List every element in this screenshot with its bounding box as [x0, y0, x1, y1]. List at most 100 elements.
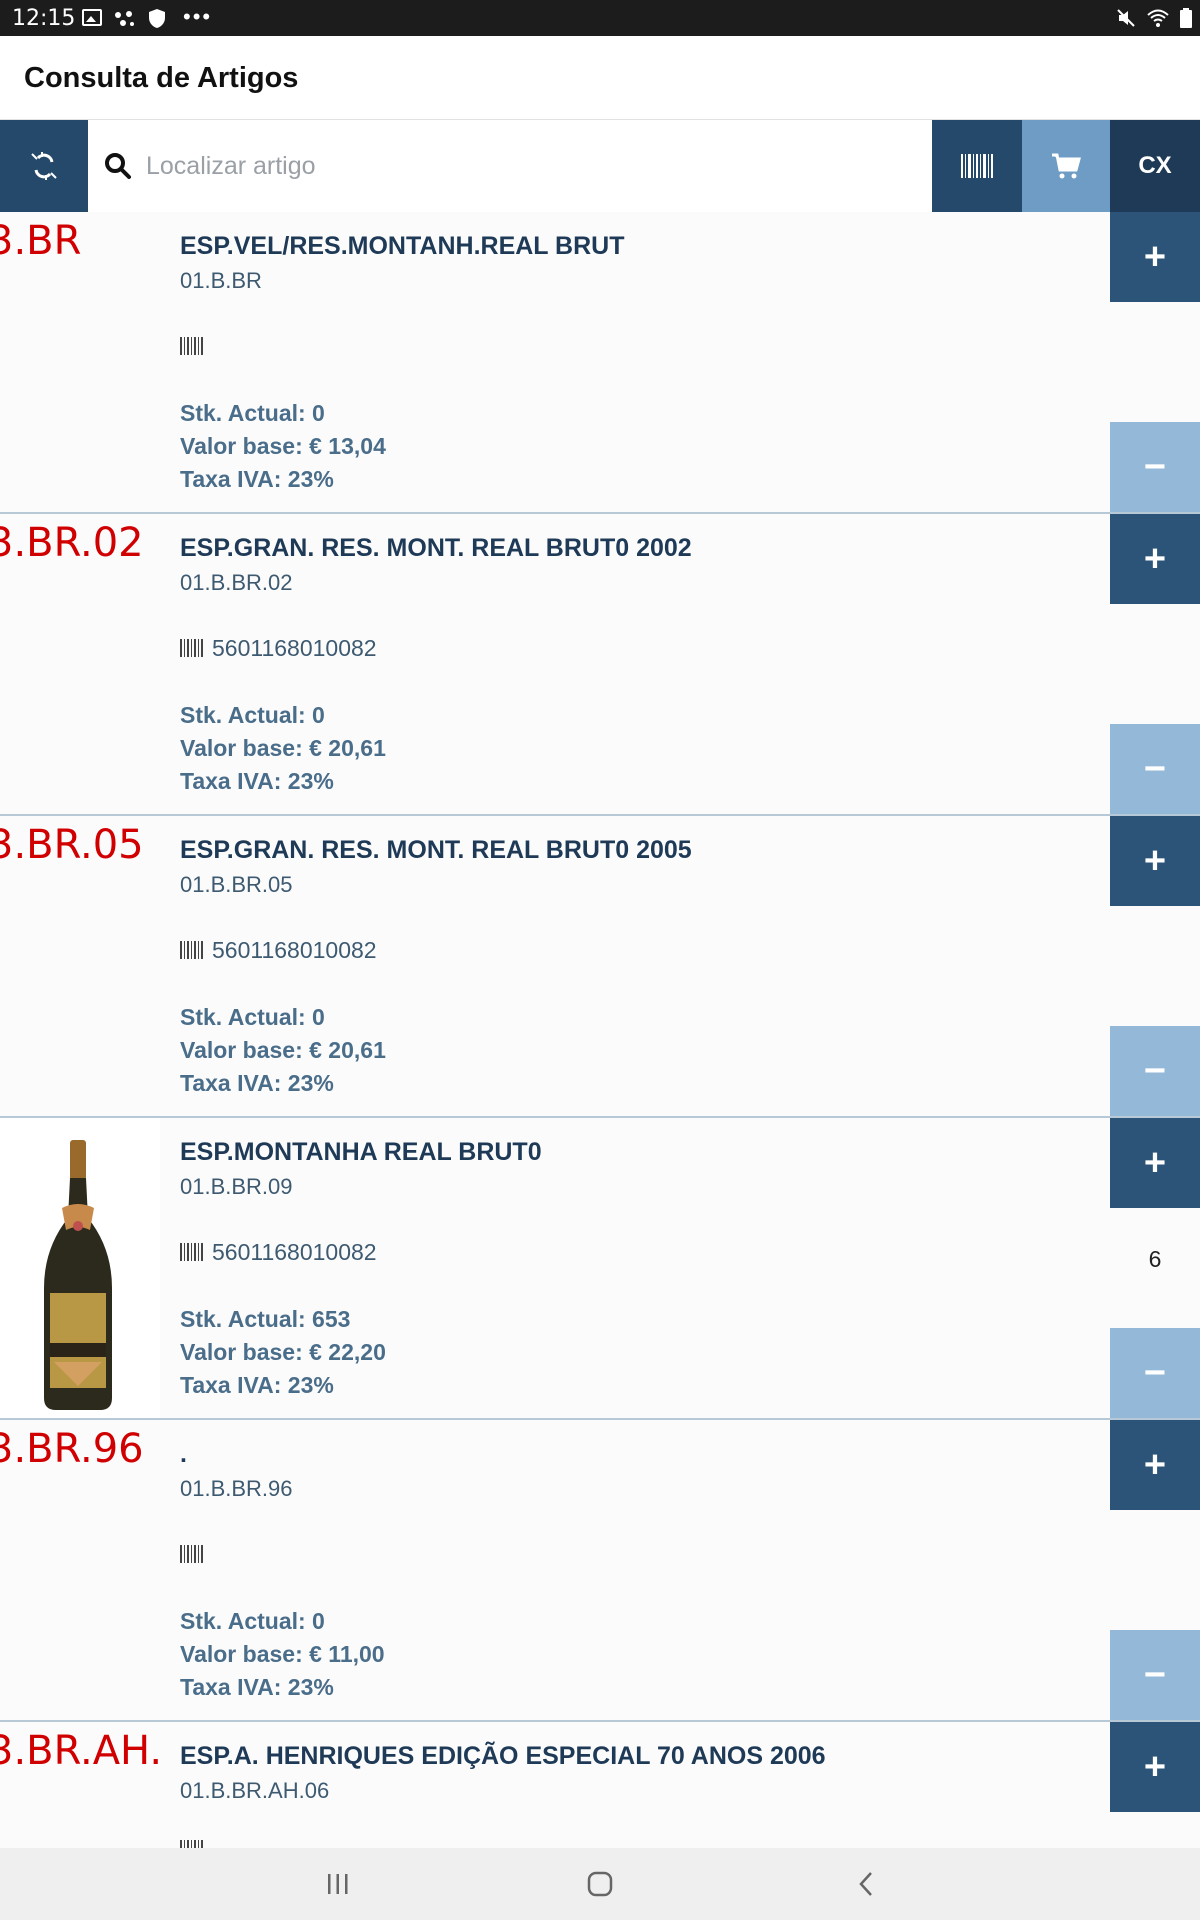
item-barcode: 5601168010082 — [180, 1238, 377, 1265]
item-reference: 01.B.BR.05 — [180, 872, 293, 897]
item-barcode: 5601168010082 — [180, 936, 377, 963]
item-base-price: Valor base: € 11,00 — [180, 1641, 385, 1667]
sync-broken-link-icon — [31, 152, 57, 180]
item-stock: Stk. Actual: 0 — [180, 400, 325, 426]
mute-icon — [1117, 9, 1135, 27]
item-base-price: Valor base: € 13,04 — [180, 433, 386, 459]
decrease-quantity-button[interactable]: − — [1110, 1026, 1200, 1116]
assistant-dots-icon — [115, 11, 134, 26]
back-button[interactable] — [846, 1864, 886, 1904]
image-icon — [82, 9, 102, 26]
increase-quantity-button[interactable]: + — [1110, 514, 1200, 604]
home-icon — [587, 1871, 613, 1897]
shield-icon — [149, 9, 165, 28]
list-item[interactable]: 3.BR ESP.VEL/RES.MONTANH.REAL BRUT 01.B.… — [0, 212, 1200, 514]
product-image: 3.BR.AH. — [0, 1722, 160, 1848]
barcode-icon — [180, 1545, 203, 1563]
item-vat-rate: Taxa IVA: 23% — [180, 1070, 334, 1096]
image-placeholder-text: 3.BR.96 — [0, 1426, 144, 1472]
back-icon — [859, 1872, 872, 1896]
decrease-quantity-button[interactable]: − — [1110, 1630, 1200, 1720]
search-field[interactable]: Localizar artigo — [88, 120, 932, 212]
page-title: Consulta de Artigos — [24, 62, 299, 94]
item-name: ESP.MONTANHA REAL BRUT0 — [180, 1138, 542, 1166]
item-vat-rate: Taxa IVA: 23% — [180, 1674, 334, 1700]
item-barcode: 5601168010082 — [180, 634, 377, 661]
list-item[interactable]: 3.BR.96 . 01.B.BR.96 Stk. Actual: 0 Valo… — [0, 1420, 1200, 1722]
item-stock: Stk. Actual: 0 — [180, 1608, 325, 1634]
barcode-icon — [180, 1840, 203, 1848]
status-right-icons — [1116, 8, 1192, 28]
item-stock: Stk. Actual: 0 — [180, 702, 325, 728]
barcode-value: 5601168010082 — [212, 936, 377, 963]
product-image — [0, 1118, 160, 1418]
status-bar: 12:15 ••• — [0, 0, 1200, 36]
item-barcode — [180, 1840, 204, 1848]
system-nav-bar — [0, 1848, 1200, 1920]
cart-button[interactable] — [1022, 120, 1110, 212]
increase-quantity-button[interactable]: + — [1110, 1722, 1200, 1812]
decrease-quantity-button[interactable]: − — [1110, 422, 1200, 512]
battery-icon — [1180, 8, 1192, 28]
wine-bottle-image — [0, 1118, 160, 1418]
list-item[interactable]: 3.BR.AH. ESP.A. HENRIQUES EDIÇÃO ESPECIA… — [0, 1722, 1200, 1848]
barcode-icon — [180, 639, 203, 657]
item-name: ESP.GRAN. RES. MONT. REAL BRUT0 2002 — [180, 534, 692, 562]
item-reference: 01.B.BR.AH.06 — [180, 1778, 330, 1803]
item-stock: Stk. Actual: 653 — [180, 1306, 351, 1332]
search-icon — [105, 153, 131, 179]
item-barcode — [180, 1542, 212, 1566]
quantity-value: 6 — [1148, 1246, 1162, 1272]
barcode-value: 5601168010082 — [212, 634, 377, 661]
item-base-price: Valor base: € 22,20 — [180, 1339, 386, 1365]
recent-apps-button[interactable] — [318, 1864, 358, 1904]
item-base-price: Valor base: € 20,61 — [180, 1037, 386, 1063]
increase-quantity-button[interactable]: + — [1110, 816, 1200, 906]
item-barcode — [180, 334, 212, 358]
increase-quantity-button[interactable]: + — [1110, 212, 1200, 302]
item-name: ESP.VEL/RES.MONTANH.REAL BRUT — [180, 232, 625, 260]
recent-apps-icon — [328, 1874, 348, 1894]
barcode-icon — [961, 154, 993, 178]
search-input[interactable]: Localizar artigo — [146, 152, 316, 181]
more-icon: ••• — [183, 4, 213, 29]
list-item[interactable]: 3.BR.02 ESP.GRAN. RES. MONT. REAL BRUT0 … — [0, 514, 1200, 816]
item-name: ESP.GRAN. RES. MONT. REAL BRUT0 2005 — [180, 836, 692, 864]
item-reference: 01.B.BR.96 — [180, 1476, 293, 1501]
product-image: 3.BR.02 — [0, 514, 160, 814]
decrease-quantity-button[interactable]: − — [1110, 724, 1200, 814]
product-image: 3.BR.05 — [0, 816, 160, 1116]
list-item[interactable]: ESP.MONTANHA REAL BRUT0 01.B.BR.09 56011… — [0, 1118, 1200, 1420]
product-image: 3.BR — [0, 212, 160, 512]
barcode-icon — [180, 1243, 203, 1261]
item-stock: Stk. Actual: 0 — [180, 1004, 325, 1030]
image-placeholder-text: 3.BR.05 — [0, 822, 144, 868]
item-reference: 01.B.BR — [180, 268, 262, 293]
search-toolbar: Localizar artigo CX — [0, 120, 1200, 212]
item-reference: 01.B.BR.02 — [180, 570, 293, 595]
item-name: ESP.A. HENRIQUES EDIÇÃO ESPECIAL 70 ANOS… — [180, 1742, 826, 1770]
item-vat-rate: Taxa IVA: 23% — [180, 1372, 334, 1398]
item-reference: 01.B.BR.09 — [180, 1174, 293, 1199]
sync-button[interactable] — [0, 120, 88, 212]
barcode-value: 5601168010082 — [212, 1238, 377, 1265]
cart-icon — [1052, 153, 1081, 179]
increase-quantity-button[interactable]: + — [1110, 1118, 1200, 1208]
item-vat-rate: Taxa IVA: 23% — [180, 466, 334, 492]
list-item[interactable]: 3.BR.05 ESP.GRAN. RES. MONT. REAL BRUT0 … — [0, 816, 1200, 1118]
barcode-icon — [180, 337, 203, 355]
wifi-icon — [1147, 9, 1169, 27]
product-image: 3.BR.96 — [0, 1420, 160, 1720]
increase-quantity-button[interactable]: + — [1110, 1420, 1200, 1510]
item-name: . — [180, 1440, 187, 1468]
image-placeholder-text: 3.BR — [0, 218, 82, 264]
app-bar: Consulta de Artigos — [0, 36, 1200, 120]
cx-unit-button[interactable]: CX — [1110, 120, 1200, 212]
item-base-price: Valor base: € 20,61 — [180, 735, 386, 761]
item-vat-rate: Taxa IVA: 23% — [180, 768, 334, 794]
home-button[interactable] — [580, 1864, 620, 1904]
image-placeholder-text: 3.BR.02 — [0, 520, 144, 566]
barcode-scan-button[interactable] — [932, 120, 1022, 212]
image-placeholder-text: 3.BR.AH. — [0, 1728, 160, 1774]
decrease-quantity-button[interactable]: − — [1110, 1328, 1200, 1418]
